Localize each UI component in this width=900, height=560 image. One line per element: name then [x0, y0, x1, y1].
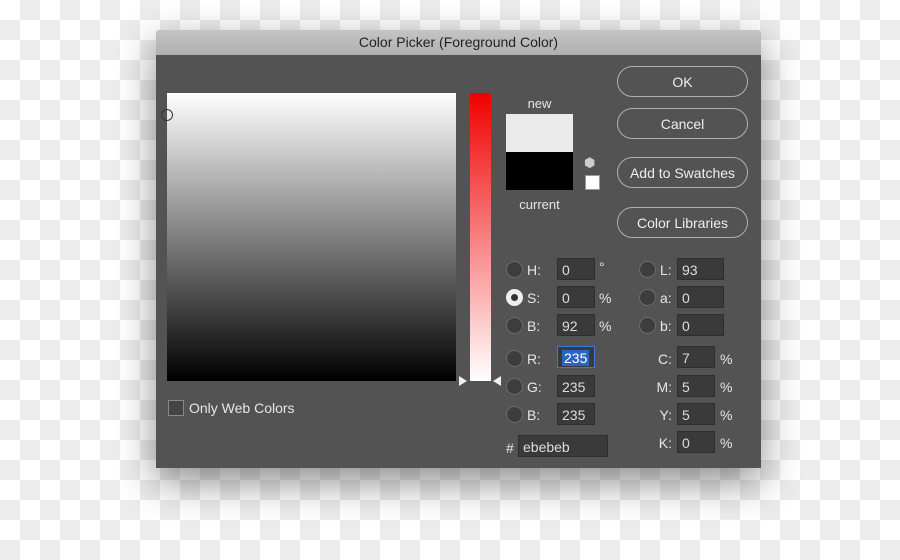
m-unit: %	[720, 379, 733, 395]
s-radio[interactable]	[506, 289, 523, 306]
new-color-swatch	[506, 114, 573, 152]
a-input[interactable]: 0	[677, 286, 724, 308]
color-libraries-button[interactable]: Color Libraries	[617, 207, 748, 238]
hue-slider[interactable]	[470, 93, 491, 381]
l-input[interactable]: 93	[677, 258, 724, 280]
s-unit: %	[599, 290, 612, 306]
b-radio[interactable]	[506, 317, 523, 334]
ok-button[interactable]: OK	[617, 66, 748, 97]
y-input[interactable]: 5	[677, 403, 715, 425]
hex-input[interactable]: ebebeb	[518, 435, 608, 457]
lab-b-radio[interactable]	[639, 317, 656, 334]
new-label: new	[527, 96, 552, 111]
blue-input[interactable]: 235	[557, 403, 595, 425]
only-web-colors-label: Only Web Colors	[189, 400, 295, 416]
l-radio[interactable]	[639, 261, 656, 278]
hex-label: #	[506, 440, 514, 456]
m-input[interactable]: 5	[677, 375, 715, 397]
b-label: B:	[527, 318, 541, 334]
r-label: R:	[527, 351, 541, 367]
r-selected-text: 235	[562, 350, 590, 366]
r-radio[interactable]	[506, 350, 523, 367]
h-label: H:	[527, 262, 541, 278]
g-radio[interactable]	[506, 378, 523, 395]
s-input[interactable]: 0	[557, 286, 595, 308]
r-input[interactable]: 235	[557, 346, 595, 368]
current-label: current	[519, 197, 560, 212]
y-unit: %	[720, 407, 733, 423]
color-field-cursor[interactable]	[161, 109, 173, 121]
lab-b-label: b:	[660, 318, 672, 334]
h-input[interactable]: 0	[557, 258, 595, 280]
m-label: M:	[656, 379, 672, 395]
b-input[interactable]: 92	[557, 314, 595, 336]
lab-b-input[interactable]: 0	[677, 314, 724, 336]
color-field[interactable]	[161, 93, 456, 381]
blue-label: B:	[527, 407, 541, 423]
c-unit: %	[720, 351, 733, 367]
a-label: a:	[660, 290, 672, 306]
hue-slider-handle-right[interactable]	[493, 376, 501, 386]
only-web-colors-checkbox[interactable]	[168, 400, 184, 416]
color-picker-dialog: Color Picker (Foreground Color) new curr…	[156, 30, 761, 468]
g-label: G:	[527, 379, 542, 395]
current-color-swatch[interactable]	[506, 152, 573, 190]
k-unit: %	[720, 435, 733, 451]
hue-slider-handle-left[interactable]	[459, 376, 467, 386]
blue-radio[interactable]	[506, 406, 523, 423]
k-input[interactable]: 0	[677, 431, 715, 453]
y-label: Y:	[659, 407, 672, 423]
s-label: S:	[527, 290, 541, 306]
k-label: K:	[658, 435, 672, 451]
b-unit: %	[599, 318, 612, 334]
h-radio[interactable]	[506, 261, 523, 278]
h-unit: °	[599, 259, 605, 275]
dialog-title: Color Picker (Foreground Color)	[156, 30, 761, 55]
web-safe-swatch[interactable]	[585, 175, 600, 190]
a-radio[interactable]	[639, 289, 656, 306]
c-input[interactable]: 7	[677, 346, 715, 368]
cancel-button[interactable]: Cancel	[617, 108, 748, 139]
cube-gamut-icon[interactable]: ⬢	[584, 155, 595, 171]
add-to-swatches-button[interactable]: Add to Swatches	[617, 157, 748, 188]
c-label: C:	[658, 351, 672, 367]
l-label: L:	[660, 262, 672, 278]
g-input[interactable]: 235	[557, 375, 595, 397]
